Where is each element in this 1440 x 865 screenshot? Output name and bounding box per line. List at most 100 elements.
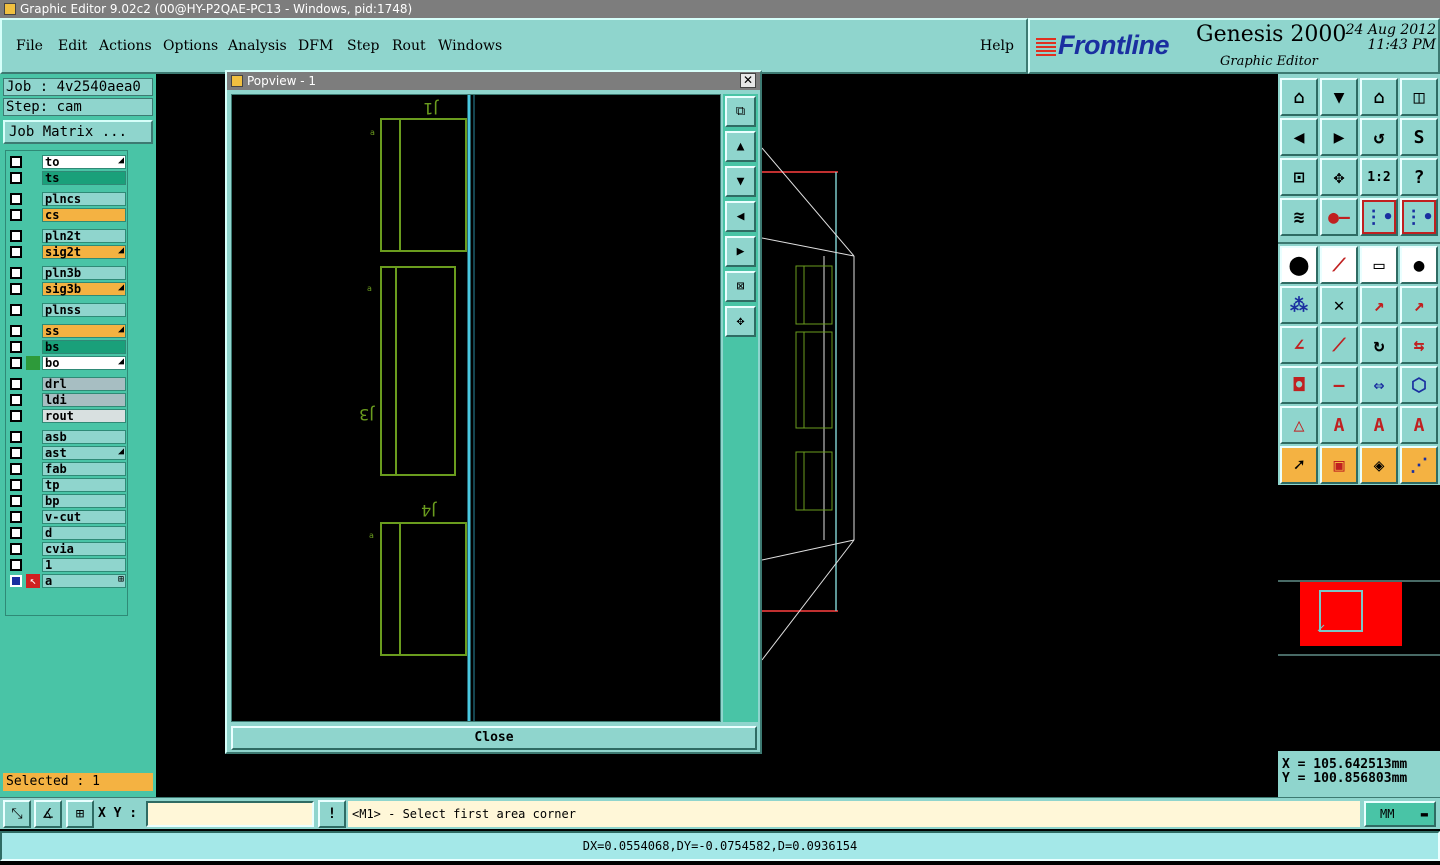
add-pad-icon[interactable]: ⬤ [1280,246,1318,284]
layer-checkbox[interactable] [10,394,22,406]
scale-1-2-icon[interactable]: 1:2 [1360,158,1398,196]
menu-windows[interactable]: Windows [438,38,502,54]
layer-checkbox[interactable] [10,230,22,242]
help-query-icon[interactable]: ? [1400,158,1438,196]
layer-row-pln3b[interactable]: pln3b [8,266,126,280]
slope-icon[interactable]: ⟋ [1320,326,1358,364]
layer-row-tp[interactable]: tp [8,478,126,492]
measure-angle-icon[interactable]: ∡ [34,800,62,828]
layer-checkbox[interactable] [10,341,22,353]
units-select[interactable]: MM ▬ [1364,801,1436,827]
job-matrix-button[interactable]: Job Matrix ... [3,120,153,144]
layer-row-v-cut[interactable]: v-cut [8,510,126,524]
layer-checkbox[interactable] [10,246,22,258]
layer-row-sig3b[interactable]: sig3b ◢ [8,282,126,296]
move-point-icon[interactable]: ↗ [1360,286,1398,324]
grid-icon[interactable]: ⊞ [66,800,94,828]
layer-row-1[interactable]: 1 [8,558,126,572]
layer-checkbox[interactable] [10,410,22,422]
menu-rout[interactable]: Rout [392,38,426,54]
layer-checkbox[interactable] [10,495,22,507]
layer-checkbox[interactable] [10,172,22,184]
layer-row-ts[interactable]: ts [8,171,126,185]
layer-checkbox[interactable] [10,267,22,279]
layer-checkbox[interactable] [10,325,22,337]
warning-icon[interactable]: ! [318,800,346,828]
layer-checkbox[interactable] [10,283,22,295]
pan-left-icon[interactable]: ◀ [725,201,756,232]
split-view-icon[interactable]: ◫ [1400,78,1438,116]
measure-icon[interactable]: ⇔ [1360,366,1398,404]
pan-up-icon[interactable]: ▲ [725,131,756,162]
angle-icon[interactable]: ∠ [1280,326,1318,364]
menu-actions[interactable]: Actions [99,38,152,54]
menu-dfm[interactable]: DFM [298,38,333,54]
close-icon[interactable]: ✕ [740,73,756,88]
fill-a-icon[interactable]: A [1360,406,1398,444]
layer-row-plncs[interactable]: plncs [8,192,126,206]
pan-right-icon[interactable]: ▶ [725,236,756,267]
layer-checkbox[interactable] [10,193,22,205]
select-net-icon[interactable]: ⋰ [1400,446,1438,484]
layer-checkbox[interactable] [10,209,22,221]
layer-row-drl[interactable]: drl [8,377,126,391]
layer-checkbox[interactable] [10,431,22,443]
pan-down-icon[interactable]: ▼ [1320,78,1358,116]
overview-map[interactable] [1278,484,1440,751]
segment-icon[interactable]: — [1320,366,1358,404]
net-highlight-icon[interactable]: ⋮• [1360,198,1398,236]
layer-row-plnss[interactable]: plnss [8,303,126,317]
zoom-area-icon[interactable]: ⤡ [3,800,31,828]
mirror-icon[interactable]: ⇆ [1400,326,1438,364]
layer-checkbox[interactable] [10,511,22,523]
snap-pad-icon[interactable]: ◘ [1280,366,1318,404]
layer-checkbox[interactable] [10,559,22,571]
layer-checkbox[interactable] [10,447,22,459]
popview-close-button[interactable]: Close [231,726,757,750]
arc-icon[interactable]: ↻ [1360,326,1398,364]
outline-a-icon[interactable]: A [1320,406,1358,444]
menu-help[interactable]: Help [980,38,1014,54]
layer-row-cvia[interactable]: cvia [8,542,126,556]
ruler-icon[interactable]: ▭ [1360,246,1398,284]
zoom-home-icon[interactable]: ⌂ [1280,78,1318,116]
pan-left-icon[interactable]: ◀ [1280,118,1318,156]
cross-a-icon[interactable]: A [1400,406,1438,444]
layer-row-to[interactable]: to ◢ [8,155,126,169]
layer-checkbox[interactable] [10,479,22,491]
home-view-icon[interactable]: ⌂ [1360,78,1398,116]
zoom-window-icon[interactable]: ⧉ [725,96,756,127]
redraw-icon[interactable]: S [1400,118,1438,156]
select-area-icon[interactable]: ◈ [1360,446,1398,484]
zoom-out-icon[interactable]: ⊠ [725,271,756,302]
undo-view-icon[interactable]: ↺ [1360,118,1398,156]
xy-input[interactable] [146,801,314,827]
line-draw-icon[interactable]: ⟋ [1320,246,1358,284]
layer-checkbox[interactable] [10,463,22,475]
cross-delete-icon[interactable]: ✕ [1320,286,1358,324]
layer-row-ast[interactable]: ast ◢ [8,446,126,460]
layer-checkbox[interactable] [10,378,22,390]
menu-analysis[interactable]: Analysis [228,38,287,54]
zoom-center-icon[interactable]: ✥ [1320,158,1358,196]
pan-right-icon[interactable]: ▶ [1320,118,1358,156]
zoom-fit-icon[interactable]: ⊡ [1280,158,1318,196]
circle-pad-icon[interactable]: ● [1400,246,1438,284]
menu-file[interactable]: File [16,38,43,54]
pan-down-icon[interactable]: ▼ [725,166,756,197]
settings-brush-icon[interactable]: ≋ [1280,198,1318,236]
layer-row-cs[interactable]: cs [8,208,126,222]
layer-row-bs[interactable]: bs [8,340,126,354]
net-select-icon[interactable]: ⋮• [1400,198,1438,236]
layer-row-pln2t[interactable]: pln2t [8,229,126,243]
layer-row-asb[interactable]: asb [8,430,126,444]
polyline-icon[interactable]: ⁂ [1280,286,1318,324]
menu-edit[interactable]: Edit [58,38,87,54]
layer-row-ss[interactable]: ss ◢ [8,324,126,338]
layer-row-a[interactable]: ↖ a ⊞ [8,574,126,588]
menu-step[interactable]: Step [347,38,379,54]
layer-row-bp[interactable]: bp [8,494,126,508]
layer-row-fab[interactable]: fab [8,462,126,476]
menu-options[interactable]: Options [163,38,218,54]
layer-row-bo[interactable]: bo ◢ [8,356,126,370]
